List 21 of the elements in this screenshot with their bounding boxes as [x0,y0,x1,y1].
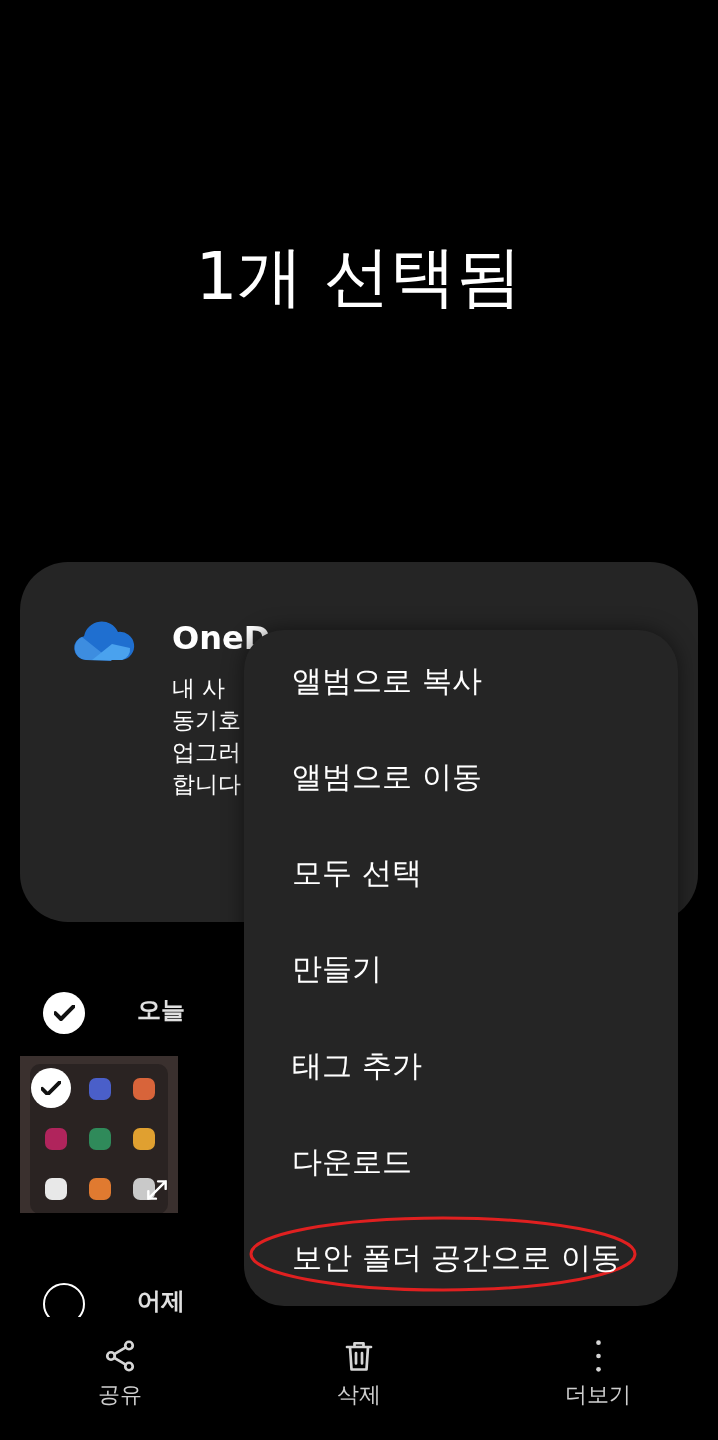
menu-item[interactable]: 앨범으로 복사 [292,657,482,703]
card-text: 동기호 [172,706,242,735]
card-text: 합니다 [172,770,242,799]
menu-item[interactable]: 모두 선택 [292,850,422,896]
menu-item[interactable]: 태그 추가 [292,1042,422,1088]
bottom-action[interactable]: 삭제 [239,1338,479,1428]
cloud-icon [72,620,136,662]
selection-title: 1개 선택됨 [195,236,523,317]
card-text: 업그러 [172,738,242,767]
card-text: 내 사 [172,674,227,703]
bottom-action[interactable]: 더보기 [478,1338,718,1428]
check-icon [53,1005,75,1021]
menu-item[interactable]: 다운로드 [292,1139,412,1185]
date-header: 어제 [137,1286,185,1317]
date-header: 오늘 [137,995,185,1026]
menu-item[interactable]: 만들기 [292,946,382,992]
bottom-action[interactable]: 공유 [0,1338,240,1428]
menu-item[interactable]: 앨범으로 이동 [292,753,482,799]
check-icon [41,1080,61,1096]
more-icon [595,1338,601,1374]
expand-icon[interactable] [144,1177,170,1203]
